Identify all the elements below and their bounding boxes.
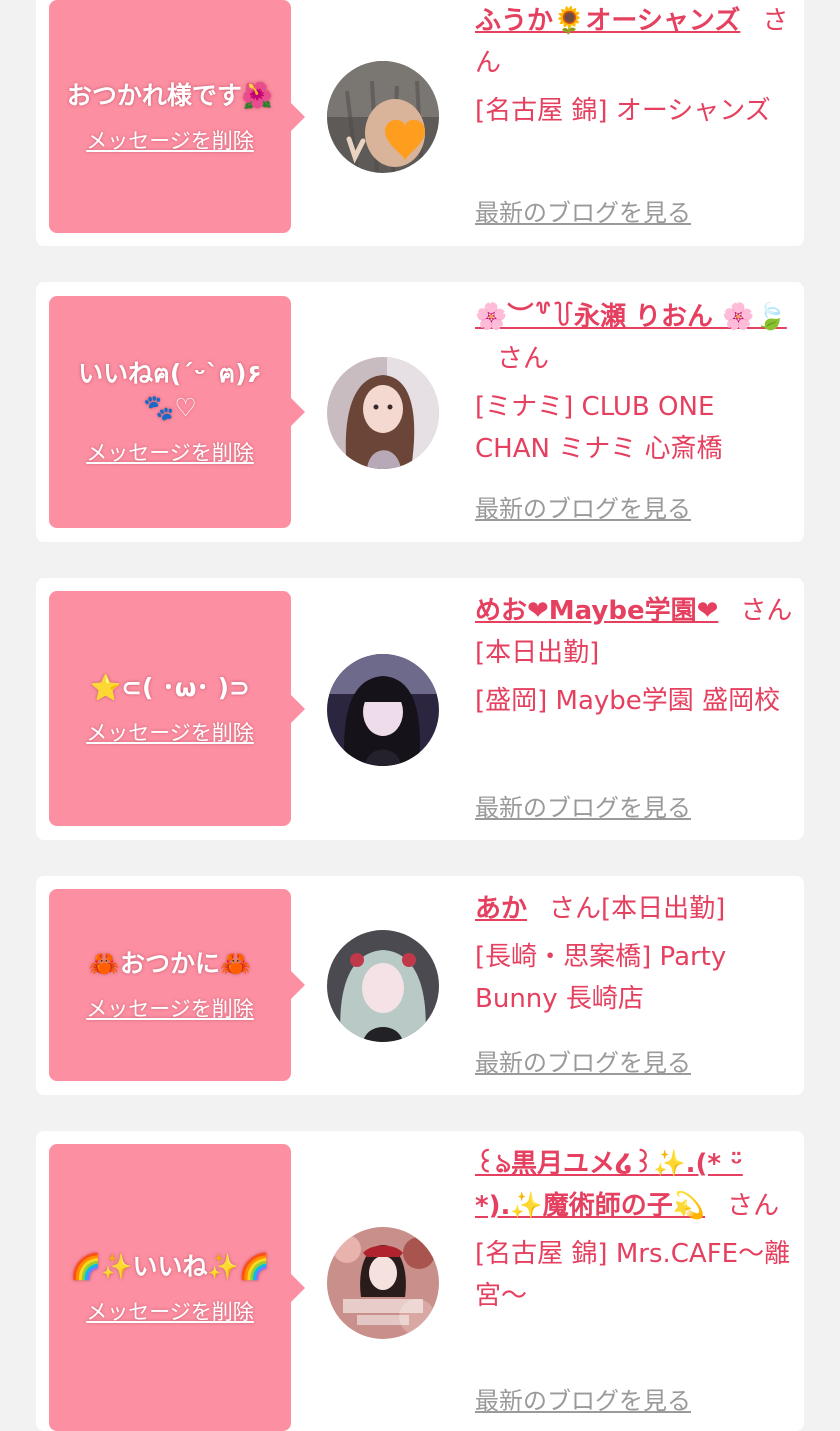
favorite-card: 🌈✨いいね✨🌈 メッセージを削除 ꒰ঌ黒月ユメ໒꒱✨.(* ᵕ̈ *).✨魔術師… (36, 1131, 804, 1431)
cast-info: 🌸︶꒷꒦永瀬 りおん 🌸🍃 さん [ミナミ] CLUB ONE CHAN ミナミ … (475, 296, 793, 470)
cast-info: めお❤Maybe学園❤ さん[本日出勤] [盛岡] Maybe学園 盛岡校 (475, 590, 793, 722)
message-bubble: 🌈✨いいね✨🌈 メッセージを削除 (49, 1144, 305, 1431)
delete-message-link[interactable]: メッセージを削除 (86, 125, 254, 155)
delete-message-link[interactable]: メッセージを削除 (86, 717, 254, 747)
shop-name: [盛岡] Maybe学園 盛岡校 (475, 686, 781, 716)
message-bubble: いいねฅ(´ᵕ`ฅ)۶ 🐾♡ メッセージを削除 (49, 296, 305, 528)
cast-name-link[interactable]: ふうか🌻オーシャンズ (475, 6, 740, 36)
cast-name-link[interactable]: あか (475, 894, 527, 924)
shop-name: [名古屋 錦] オーシャンズ (475, 96, 771, 126)
latest-blog-link[interactable]: 最新のブログを見る (475, 193, 691, 228)
name-suffix: さん[本日出勤] (549, 894, 726, 924)
message-text: 🌈✨いいね✨🌈 (70, 1251, 270, 1281)
shop-name: [ミナミ] CLUB ONE CHAN ミナミ 心斎橋 (475, 392, 723, 464)
name-suffix: さん (497, 344, 550, 374)
message-bubble: おつかれ様です🌺 メッセージを削除 (49, 0, 305, 233)
name-suffix: さん (727, 1191, 780, 1221)
favorite-card: ⭐️⊂( ･ω･ )⊃ メッセージを削除 めお❤Maybe学園❤ さん[本日出勤]… (36, 578, 804, 840)
message-text: 🦀おつかに🦀 (88, 949, 252, 978)
latest-blog-link[interactable]: 最新のブログを見る (475, 788, 691, 823)
message-bubble: 🦀おつかに🦀 メッセージを削除 (49, 889, 305, 1081)
avatar[interactable] (327, 930, 439, 1042)
message-text: ⭐️⊂( ･ω･ )⊃ (89, 672, 250, 702)
latest-blog-link[interactable]: 最新のブログを見る (475, 489, 691, 524)
delete-message-link[interactable]: メッセージを削除 (86, 1296, 254, 1326)
cast-info: あか さん[本日出勤] [長崎・思案橋] Party Bunny 長崎店 (475, 888, 793, 1020)
latest-blog-link[interactable]: 最新のブログを見る (475, 1381, 691, 1416)
cast-info: ꒰ঌ黒月ユメ໒꒱✨.(* ᵕ̈ *).✨魔術師の子💫 さん [名古屋 錦] Mrs… (475, 1143, 793, 1317)
shop-name: [長崎・思案橋] Party Bunny 長崎店 (475, 942, 727, 1014)
delete-message-link[interactable]: メッセージを削除 (86, 437, 254, 467)
favorite-card: おつかれ様です🌺 メッセージを削除 ふうか🌻オーシャンズ さん [名古屋 錦] オ… (36, 0, 804, 246)
avatar[interactable] (327, 61, 439, 173)
delete-message-link[interactable]: メッセージを削除 (86, 993, 254, 1023)
shop-name: [名古屋 錦] Mrs.CAFE〜離宮〜 (475, 1239, 791, 1311)
latest-blog-link[interactable]: 最新のブログを見る (475, 1043, 691, 1078)
message-bubble: ⭐️⊂( ･ω･ )⊃ メッセージを削除 (49, 591, 305, 826)
cast-name-link[interactable]: めお❤Maybe学園❤ (475, 596, 718, 626)
favorite-card: 🦀おつかに🦀 メッセージを削除 あか さん[本日出勤] [長崎・思案橋] Part… (36, 876, 804, 1095)
avatar[interactable] (327, 357, 439, 469)
message-text: いいねฅ(´ᵕ`ฅ)۶ 🐾♡ (78, 359, 262, 422)
cast-name-link[interactable]: ꒰ঌ黒月ユメ໒꒱✨.(* ᵕ̈ *).✨魔術師の子💫 (475, 1149, 743, 1221)
avatar[interactable] (327, 654, 439, 766)
cast-info: ふうか🌻オーシャンズ さん [名古屋 錦] オーシャンズ (475, 0, 793, 132)
avatar[interactable] (327, 1227, 439, 1339)
message-text: おつかれ様です🌺 (66, 80, 274, 110)
cast-name-link[interactable]: 🌸︶꒷꒦永瀬 りおん 🌸🍃 (475, 302, 787, 332)
favorite-card: いいねฅ(´ᵕ`ฅ)۶ 🐾♡ メッセージを削除 🌸︶꒷꒦永瀬 りおん 🌸🍃 さん … (36, 282, 804, 542)
